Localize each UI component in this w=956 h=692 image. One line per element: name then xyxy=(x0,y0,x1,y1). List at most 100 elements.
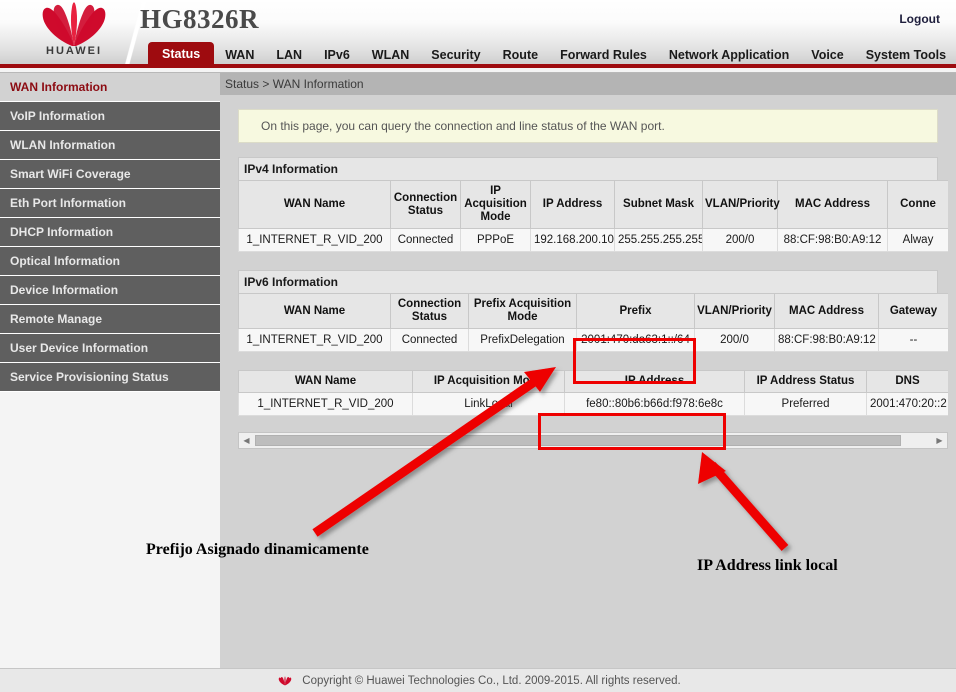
nav-item-wlan[interactable]: WLAN xyxy=(361,43,421,68)
section-title-ipv6: IPv6 Information xyxy=(238,270,938,293)
column-header: Conne xyxy=(888,181,949,229)
table-cell: 2001:470:20::2 xyxy=(867,393,949,416)
horizontal-scrollbar[interactable]: ◀ ▶ xyxy=(238,432,948,449)
table-cell: PPPoE xyxy=(461,229,531,252)
sidebar-item-wlan-information[interactable]: WLAN Information xyxy=(0,131,220,160)
sidebar-item-label: Smart WiFi Coverage xyxy=(10,167,131,181)
column-header: IP Acquisition Mode xyxy=(461,181,531,229)
nav-item-forward-rules[interactable]: Forward Rules xyxy=(549,43,658,68)
table-header-row: WAN NameConnection StatusPrefix Acquisit… xyxy=(239,294,949,329)
sidebar-item-label: Remote Manage xyxy=(10,312,102,326)
sidebar-item-label: Service Provisioning Status xyxy=(10,370,169,384)
brand-text: HUAWEI xyxy=(24,45,124,57)
logout-button[interactable]: Logout xyxy=(899,12,940,26)
breadcrumb: Status > WAN Information xyxy=(220,73,956,95)
ipv4-information-table: WAN NameConnection StatusIP Acquisition … xyxy=(238,180,948,252)
table-cell: Alway xyxy=(888,229,949,252)
column-header: WAN Name xyxy=(239,181,391,229)
column-header: MAC Address xyxy=(778,181,888,229)
ipv6-table-clip: WAN NameConnection StatusPrefix Acquisit… xyxy=(238,293,948,352)
nav-item-security[interactable]: Security xyxy=(420,43,491,68)
page-notice: On this page, you can query the connecti… xyxy=(238,109,938,143)
nav-item-system-tools[interactable]: System Tools xyxy=(855,43,956,68)
column-header: Prefix xyxy=(577,294,695,329)
column-header: Connection Status xyxy=(391,294,469,329)
column-header: VLAN/Priority xyxy=(703,181,778,229)
sidebar-item-label: User Device Information xyxy=(10,341,148,355)
column-header: WAN Name xyxy=(239,294,391,329)
table-cell: 88:CF:98:B0:A9:12 xyxy=(775,329,879,352)
sidebar-item-optical-information[interactable]: Optical Information xyxy=(0,247,220,276)
copyright-text: Copyright © Huawei Technologies Co., Ltd… xyxy=(302,675,680,687)
column-header: WAN Name xyxy=(239,371,413,393)
table-cell: LinkLocal xyxy=(413,393,565,416)
main-content: Status > WAN Information On this page, y… xyxy=(220,72,956,668)
sidebar-item-user-device-information[interactable]: User Device Information xyxy=(0,334,220,363)
annotation-label-prefix: Prefijo Asignado dinamicamente xyxy=(146,541,369,559)
table-header-row: WAN NameIP Acquisition ModeIP AddressIP … xyxy=(239,371,949,393)
column-header: IP Acquisition Mode xyxy=(413,371,565,393)
nav-item-label: Network Application xyxy=(669,48,789,62)
nav-item-lan[interactable]: LAN xyxy=(265,43,313,68)
nav-item-label: Forward Rules xyxy=(560,48,647,62)
column-header: VLAN/Priority xyxy=(695,294,775,329)
table-cell: 255.255.255.255 xyxy=(615,229,703,252)
sidebar-item-eth-port-information[interactable]: Eth Port Information xyxy=(0,189,220,218)
sidebar-item-service-provisioning-status[interactable]: Service Provisioning Status xyxy=(0,363,220,392)
nav-item-status[interactable]: Status xyxy=(148,42,214,68)
sidebar-item-wan-information[interactable]: WAN Information xyxy=(0,73,220,102)
section-title-ipv4: IPv4 Information xyxy=(238,157,938,180)
table-spacer-2 xyxy=(238,352,938,370)
table-row: 1_INTERNET_R_VID_200LinkLocalfe80::80b6:… xyxy=(239,393,949,416)
nav-item-label: LAN xyxy=(276,48,302,62)
sidebar-item-dhcp-information[interactable]: DHCP Information xyxy=(0,218,220,247)
table-cell: 192.168.200.101 xyxy=(531,229,615,252)
column-header: MAC Address xyxy=(775,294,879,329)
table-row: 1_INTERNET_R_VID_200ConnectedPPPoE192.16… xyxy=(239,229,949,252)
nav-item-voice[interactable]: Voice xyxy=(800,43,854,68)
table-cell: Preferred xyxy=(745,393,867,416)
table-cell: 1_INTERNET_R_VID_200 xyxy=(239,229,391,252)
column-header: DNS xyxy=(867,371,949,393)
sidebar-item-remote-manage[interactable]: Remote Manage xyxy=(0,305,220,334)
table-cell: 200/0 xyxy=(703,229,778,252)
sidebar-item-label: Optical Information xyxy=(10,254,120,268)
page-footer: Copyright © Huawei Technologies Co., Ltd… xyxy=(0,668,956,692)
huawei-flower-icon xyxy=(24,2,124,48)
scroll-right-arrow-icon[interactable]: ▶ xyxy=(932,433,947,448)
annotation-label-link-local: IP Address link local xyxy=(697,557,838,575)
table-cell: Connected xyxy=(391,229,461,252)
scrollbar-thumb[interactable] xyxy=(255,435,901,446)
huawei-logo: HUAWEI xyxy=(24,2,124,64)
nav-item-label: IPv6 xyxy=(324,48,350,62)
ipv6-address-table: WAN NameIP Acquisition ModeIP AddressIP … xyxy=(238,370,948,416)
table-cell: PrefixDelegation xyxy=(469,329,577,352)
nav-item-label: WAN xyxy=(225,48,254,62)
table-cell: 1_INTERNET_R_VID_200 xyxy=(239,329,391,352)
table-cell: 88:CF:98:B0:A9:12 xyxy=(778,229,888,252)
scroll-left-arrow-icon[interactable]: ◀ xyxy=(239,433,254,448)
column-header: Prefix Acquisition Mode xyxy=(469,294,577,329)
sidebar-item-device-information[interactable]: Device Information xyxy=(0,276,220,305)
table-cell: fe80::80b6:b66d:f978:6e8c xyxy=(565,393,745,416)
nav-item-network-application[interactable]: Network Application xyxy=(658,43,800,68)
table-cell: -- xyxy=(879,329,949,352)
page-header: HUAWEI HG8326R Logout StatusWANLANIPv6WL… xyxy=(0,0,956,68)
nav-item-ipv6[interactable]: IPv6 xyxy=(313,43,361,68)
nav-item-wan[interactable]: WAN xyxy=(214,43,265,68)
column-header: Connection Status xyxy=(391,181,461,229)
sidebar-item-smart-wifi-coverage[interactable]: Smart WiFi Coverage xyxy=(0,160,220,189)
table-row: 1_INTERNET_R_VID_200ConnectedPrefixDeleg… xyxy=(239,329,949,352)
content-area: On this page, you can query the connecti… xyxy=(220,95,956,449)
sidebar-item-voip-information[interactable]: VoIP Information xyxy=(0,102,220,131)
table-header-row: WAN NameConnection StatusIP Acquisition … xyxy=(239,181,949,229)
nav-item-label: Voice xyxy=(811,48,843,62)
nav-item-route[interactable]: Route xyxy=(492,43,549,68)
sidebar-item-label: Eth Port Information xyxy=(10,196,126,210)
column-header: IP Address Status xyxy=(745,371,867,393)
column-header: IP Address xyxy=(565,371,745,393)
nav-item-label: Status xyxy=(162,47,200,61)
huawei-footer-icon xyxy=(275,673,295,689)
sidebar-item-label: DHCP Information xyxy=(10,225,113,239)
nav-item-label: Security xyxy=(431,48,480,62)
